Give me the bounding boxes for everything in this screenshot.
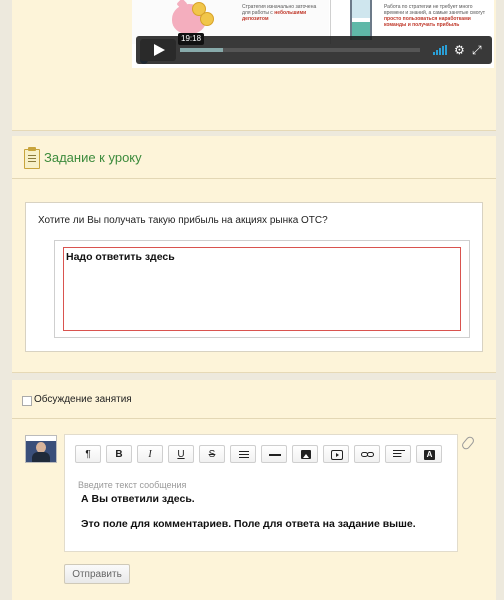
task-title: Задание к уроку [44,150,142,165]
avatar [25,435,57,463]
list-button[interactable] [230,445,256,463]
paragraph-button[interactable]: ¶ [75,445,101,463]
task-header: Задание к уроку [12,136,496,179]
discussion-panel: Обсуждение занятия ¶ B I U S A Введите т… [12,380,496,600]
discussion-header: Обсуждение занятия [12,380,496,419]
play-button[interactable] [140,39,176,61]
task-question: Хотите ли Вы получать такую прибыль на а… [38,215,328,226]
underline-button[interactable]: U [168,445,194,463]
insert-link-button[interactable] [354,445,380,463]
font-color-button[interactable]: A [416,445,442,463]
paperclip-icon[interactable] [460,435,476,451]
task-card: Хотите ли Вы получать такую прибыль на а… [25,202,483,352]
comment-text-line-1: А Вы ответили здесь. [81,493,195,505]
italic-button[interactable]: I [137,445,163,463]
settings-gear-icon[interactable]: ⚙ [454,43,465,57]
progress-bar[interactable] [180,48,420,52]
align-icon [393,450,405,459]
clipboard-icon [24,147,40,169]
video-panel: Стратегия изначально заточена для работы… [12,0,496,131]
time-tooltip: 19:18 [178,33,205,45]
video-controls: 19:18 ⚙ ⤢ [136,33,492,64]
image-icon [301,450,311,459]
coin-icon [200,12,214,26]
align-button[interactable] [385,445,411,463]
insert-video-button[interactable] [323,445,349,463]
message-placeholder: Введите текст сообщения [78,480,187,490]
video-icon [331,450,343,460]
link-icon [361,452,375,457]
strikethrough-button[interactable]: S [199,445,225,463]
insert-image-button[interactable] [292,445,318,463]
discussion-title: Обсуждение занятия [34,394,132,405]
comment-editor[interactable]: ¶ B I U S A Введите текст сообщения А Вы… [64,434,458,552]
horizontal-rule-icon [269,454,281,456]
answer-wrapper: Надо ответить здесь [54,240,470,338]
comment-text-line-2: Это поле для комментариев. Поле для отве… [81,518,416,530]
send-button[interactable]: Отправить [64,564,130,584]
slide-text-left: Стратегия изначально заточена для работы… [242,4,317,22]
progress-fill [180,48,224,52]
answer-field[interactable]: Надо ответить здесь [63,247,461,331]
list-icon [239,451,249,458]
fullscreen-icon[interactable]: ⤢ [472,43,482,57]
bold-button[interactable]: B [106,445,132,463]
task-panel: Задание к уроку Хотите ли Вы получать та… [12,136,496,373]
hourglass-icon [350,0,372,40]
volume-icon[interactable] [433,45,449,55]
video-player[interactable]: Стратегия изначально заточена для работы… [132,0,494,68]
font-icon: A [424,450,435,460]
discussion-toggle-checkbox[interactable] [22,396,32,406]
slide-text-right: Работа по стратегии не требует много вре… [384,4,486,28]
horizontal-rule-button[interactable] [261,445,287,463]
